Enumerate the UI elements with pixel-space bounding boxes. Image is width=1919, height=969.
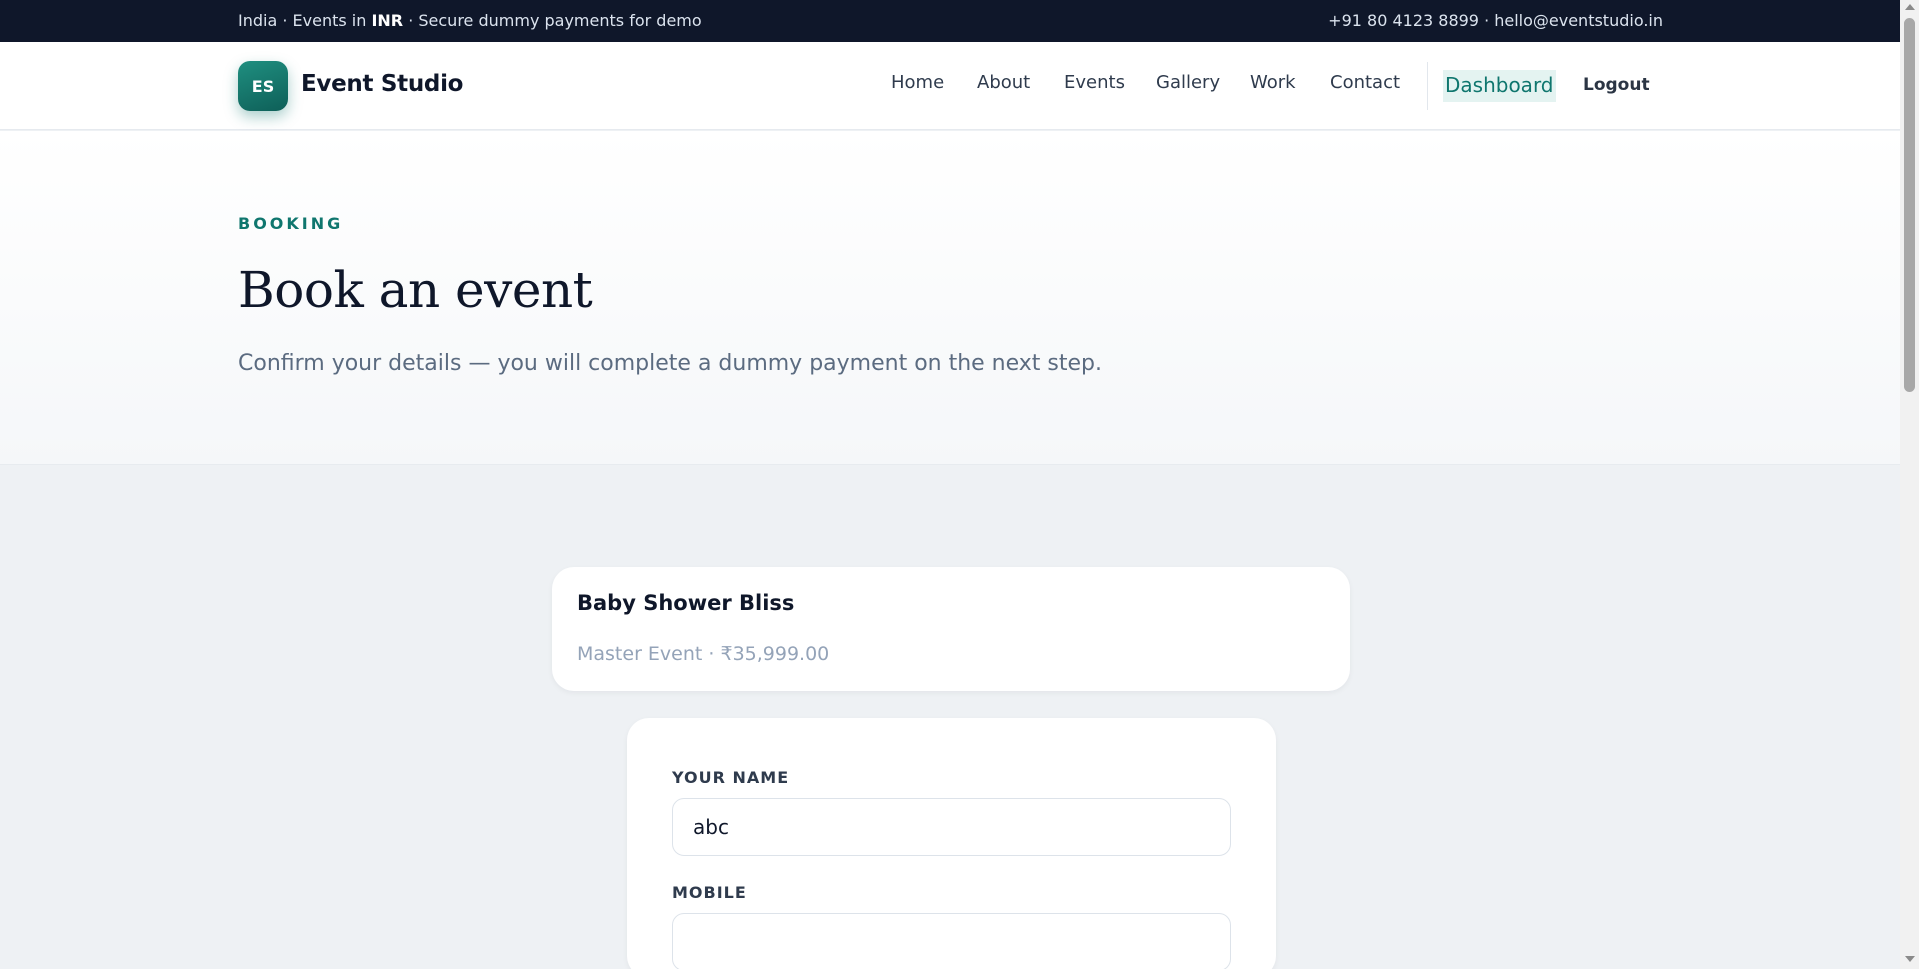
name-label: YOUR NAME xyxy=(672,768,790,787)
scroll-up-arrow-icon[interactable] xyxy=(1905,4,1915,10)
brand-name[interactable]: Event Studio xyxy=(301,71,463,97)
region-currency-notice: India · Events in INR · Secure dummy pay… xyxy=(238,11,702,30)
page-title: Book an event xyxy=(238,261,593,319)
mobile-input[interactable] xyxy=(672,913,1231,969)
site-header: ES Event Studio Home About Events Galler… xyxy=(0,42,1900,130)
nav-work[interactable]: Work xyxy=(1250,72,1296,93)
section-eyebrow: BOOKING xyxy=(238,214,344,233)
nav-contact[interactable]: Contact xyxy=(1330,72,1400,93)
mobile-label: MOBILE xyxy=(672,883,747,902)
page-subtitle: Confirm your details — you will complete… xyxy=(238,351,1102,376)
scroll-down-arrow-icon[interactable] xyxy=(1905,956,1915,962)
scroll-thumb[interactable] xyxy=(1904,18,1915,392)
nav-home[interactable]: Home xyxy=(891,72,944,93)
logo-badge[interactable]: ES xyxy=(238,61,288,111)
booking-form: YOUR NAME MOBILE xyxy=(627,718,1276,969)
page-scrollbar[interactable] xyxy=(1900,0,1919,969)
nav-dashboard[interactable]: Dashboard xyxy=(1443,70,1556,102)
page-hero: BOOKING Book an event Confirm your detai… xyxy=(0,131,1900,465)
top-announcement-bar: India · Events in INR · Secure dummy pay… xyxy=(0,0,1900,42)
logout-button[interactable]: Logout xyxy=(1583,75,1650,95)
event-name: Baby Shower Bliss xyxy=(577,591,795,615)
currency-code: INR xyxy=(371,11,404,30)
nav-events[interactable]: Events xyxy=(1064,72,1125,93)
contact-info[interactable]: +91 80 4123 8899 · hello@eventstudio.in xyxy=(1328,11,1663,30)
name-input[interactable] xyxy=(672,798,1231,856)
nav-gallery[interactable]: Gallery xyxy=(1156,72,1220,93)
nav-divider xyxy=(1427,62,1428,110)
event-summary-card: Baby Shower Bliss Master Event · ₹35,999… xyxy=(552,567,1350,691)
event-meta: Master Event · ₹35,999.00 xyxy=(577,643,830,665)
nav-about[interactable]: About xyxy=(977,72,1030,93)
